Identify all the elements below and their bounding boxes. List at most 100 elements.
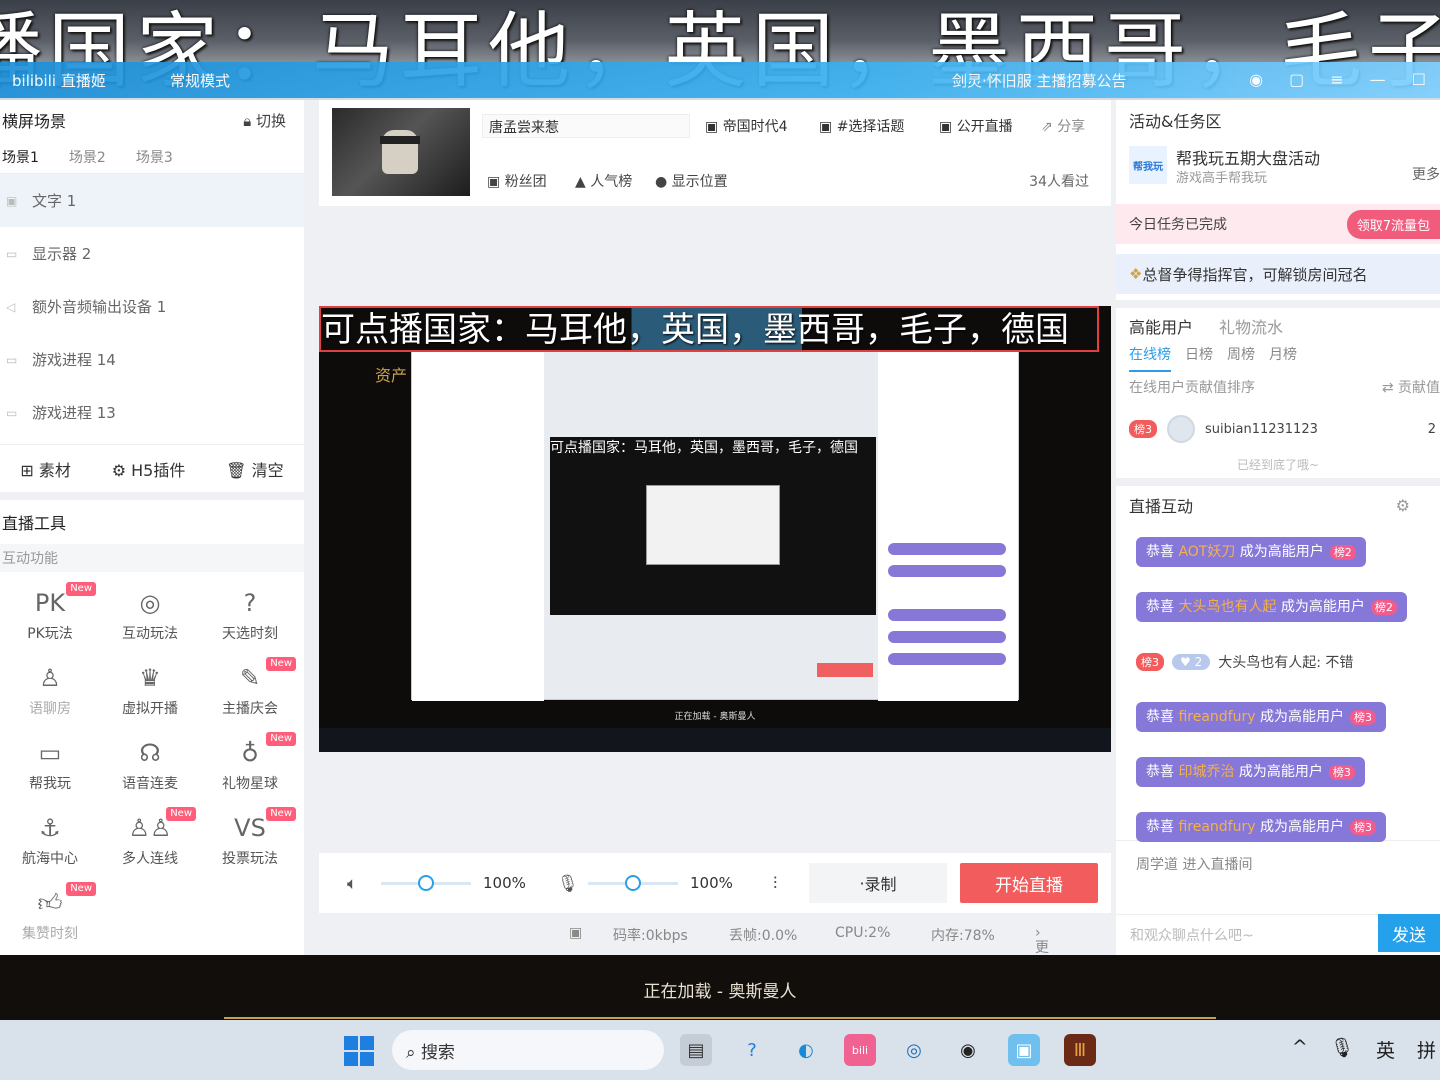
tool-item[interactable]: ? 天选时刻 (200, 578, 300, 653)
mode-switch[interactable]: 常规模式 (170, 70, 230, 91)
tab-high-energy[interactable]: 高能用户 (1129, 314, 1193, 338)
commander-banner[interactable]: ❖ 总督争得指挥官，可解锁房间冠名 (1116, 254, 1440, 294)
chat-user[interactable]: 大头鸟也有人起 (1178, 599, 1276, 615)
tool-item[interactable]: ♛ 虚拟开播 (100, 653, 200, 728)
tab-scene-1[interactable]: 场景1 (2, 147, 39, 167)
send-button[interactable]: 发送 (1378, 914, 1440, 952)
bilibili-icon[interactable]: bili (844, 1034, 876, 1066)
tool-item[interactable]: VS 投票玩法 New (200, 803, 300, 878)
ime-lang[interactable]: 英 (1376, 1036, 1395, 1063)
tab-scene-3[interactable]: 场景3 (136, 147, 173, 167)
tool-item[interactable]: ♙ 语聊房 (0, 653, 100, 728)
source-item[interactable]: ▭ 显示器 2 (0, 227, 304, 280)
tool-item[interactable]: ◎ 互动玩法 (100, 578, 200, 653)
source-item[interactable]: ▭ 游戏进程 14 (0, 333, 304, 386)
mic-icon[interactable]: 🎙︎ (557, 874, 579, 894)
user-value: 2 (1427, 421, 1436, 437)
chat-user[interactable]: fireandfury (1178, 709, 1255, 725)
speaker-icon[interactable]: 🔈︎ (347, 874, 357, 894)
tool-label: 礼物星球 (222, 775, 278, 792)
sort-toggle[interactable]: ⇄ 贡献值 (1382, 377, 1440, 397)
ime-mode[interactable]: 拼 (1417, 1036, 1436, 1063)
activity-more-link[interactable]: 更多 (1412, 164, 1440, 184)
tool-item[interactable]: 👍︎ 集赞时刻 New (0, 878, 100, 953)
tab-gift-flow[interactable]: 礼物流水 (1219, 314, 1283, 338)
chat-user[interactable]: fireandfury (1178, 819, 1255, 835)
source-item[interactable]: ▣ 文字 1 (0, 174, 304, 227)
chat-bubble[interactable]: 恭喜 fireandfury 成为高能用户 榜3 (1136, 811, 1386, 842)
tab-monthly[interactable]: 月榜 (1269, 344, 1297, 372)
avatar-icon[interactable]: ◉ (1249, 70, 1263, 89)
tab-daily[interactable]: 日榜 (1185, 344, 1213, 372)
chat-user[interactable]: AOT妖刀 (1178, 544, 1235, 560)
fans-club[interactable]: ▣ 粉丝团 (487, 171, 547, 191)
preview-stage[interactable]: 资产 可点播国家：马耳他，英国，墨西哥，毛子，德国 可点播国家：马耳他，英国，墨… (319, 306, 1111, 752)
tool-item[interactable]: ☊ 语音连麦 (100, 728, 200, 803)
tool-item[interactable]: ⚓ 航海中心 (0, 803, 100, 878)
show-location[interactable]: ● 显示位置 (655, 171, 728, 191)
chat-bubble[interactable]: 恭喜 fireandfury 成为高能用户 榜3 (1136, 701, 1386, 732)
cortana-icon[interactable]: ◎ (898, 1034, 930, 1066)
chat-input[interactable]: 和观众聊点什么吧~ (1116, 914, 1378, 952)
popularity-rank[interactable]: ▲ 人气榜 (575, 171, 632, 191)
tab-online[interactable]: 在线榜 (1129, 344, 1171, 372)
maximize-icon[interactable]: ☐ (1412, 70, 1426, 89)
mic-tray-icon[interactable]: 🎙︎ (1330, 1036, 1354, 1063)
speaker-slider-knob[interactable] (418, 875, 434, 891)
chat-message[interactable]: 榜3 ♥ 2 大头鸟也有人起: 不错 (1136, 652, 1353, 672)
tab-scene-2[interactable]: 场景2 (69, 147, 106, 167)
tab-weekly[interactable]: 周榜 (1227, 344, 1255, 372)
switch-button[interactable]: 🔒︎ 切换 (243, 110, 286, 131)
topic-select[interactable]: ▣ #选择话题 (819, 116, 904, 136)
material-button[interactable]: ⊞ 素材 (20, 457, 71, 481)
start-live-button[interactable]: 开始直播 (960, 863, 1098, 903)
taskview-icon[interactable]: ▤ (680, 1034, 712, 1066)
minimize-icon[interactable]: — (1370, 70, 1386, 89)
tool-item[interactable]: ▭ 帮我玩 (0, 728, 100, 803)
menu-icon[interactable]: ≡ (1330, 70, 1343, 89)
mic-slider-knob[interactable] (625, 875, 641, 891)
record-button[interactable]: · 录制 (809, 863, 947, 903)
h5-plugin-button[interactable]: ⚙ H5插件 (112, 457, 186, 481)
chat-bubble[interactable]: 恭喜 AOT妖刀 成为高能用户 榜2 (1136, 536, 1366, 567)
tool-item[interactable]: ♙♙ 多人连线 New (100, 803, 200, 878)
aoe-icon[interactable]: Ⅲ (1064, 1034, 1096, 1066)
source-item[interactable]: ◁ 额外音频输出设备 1 (0, 280, 304, 333)
tool-label: PK玩法 (27, 625, 73, 642)
source-list: ▣ 文字 1 ▭ 显示器 2 ◁ 额外音频输出设备 1 ▭ 游戏进程 14 ▭ 游戏进程 … (0, 174, 304, 444)
chat-bubble[interactable]: 恭喜 大头鸟也有人起 成为高能用户 榜2 (1136, 591, 1407, 622)
desktop-lower: 正在加载 - 奥斯曼人 ⌕ 搜索 ▤ ? ◐ bili ◎ ◉ ▣ Ⅲ ^ 🎙︎… (0, 955, 1440, 1080)
tool-item[interactable]: ♁ 礼物星球 New (200, 728, 300, 803)
game-category[interactable]: ▣ 帝国时代4 (705, 116, 788, 136)
live-app-icon[interactable]: ▣ (1008, 1034, 1040, 1066)
activity-card[interactable]: 帮我玩 帮我玩五期大盘活动 游戏高手帮我玩 更多 (1116, 140, 1440, 200)
tray-expand-icon[interactable]: ^ (1292, 1036, 1308, 1063)
fan-level-badge: ♥ 2 (1172, 653, 1211, 670)
chat-bubble[interactable]: 恭喜 印城乔治 成为高能用户 榜3 (1136, 756, 1365, 787)
message-icon[interactable]: ▢ (1289, 70, 1304, 89)
activity-subtitle: 游戏高手帮我玩 (1176, 171, 1268, 186)
clear-button[interactable]: 🗑︎ 清空 (226, 457, 283, 481)
public-live[interactable]: ▣ 公开直播 (939, 116, 1013, 136)
more-details-link[interactable]: 更多详情› (1035, 925, 1049, 1016)
list-item[interactable]: 榜3 suibian11231123 2 (1116, 402, 1440, 456)
edge-icon[interactable]: ◐ (790, 1034, 822, 1066)
help-icon[interactable]: ? (736, 1034, 768, 1066)
source-item[interactable]: ▭ 游戏进程 13 (0, 386, 304, 439)
virtual-icon: ♛ (139, 663, 161, 692)
mixer-icon[interactable]: ⫶ (773, 874, 777, 894)
share-button[interactable]: ⇗ 分享 (1041, 116, 1085, 136)
room-cover[interactable] (332, 108, 470, 196)
chat-user[interactable]: 印城乔治 (1178, 764, 1234, 780)
claim-button[interactable]: 领取7流量包 (1346, 209, 1440, 239)
gear-icon[interactable]: ⚙ (1396, 496, 1440, 515)
notice-link[interactable]: 剑灵·怀旧服 主播招募公告 (952, 70, 1127, 91)
windows-start-icon[interactable] (344, 1036, 374, 1066)
mic-slider[interactable] (588, 875, 678, 891)
steam-icon[interactable]: ◉ (952, 1034, 984, 1066)
tool-item[interactable]: ✎ 主播庆会 New (200, 653, 300, 728)
taskbar-search[interactable]: ⌕ 搜索 (392, 1030, 664, 1070)
speaker-slider[interactable] (381, 875, 471, 891)
room-title-input[interactable]: 唐孟尝来惹 (482, 114, 690, 138)
tool-item[interactable]: PK PK玩法 New (0, 578, 100, 653)
